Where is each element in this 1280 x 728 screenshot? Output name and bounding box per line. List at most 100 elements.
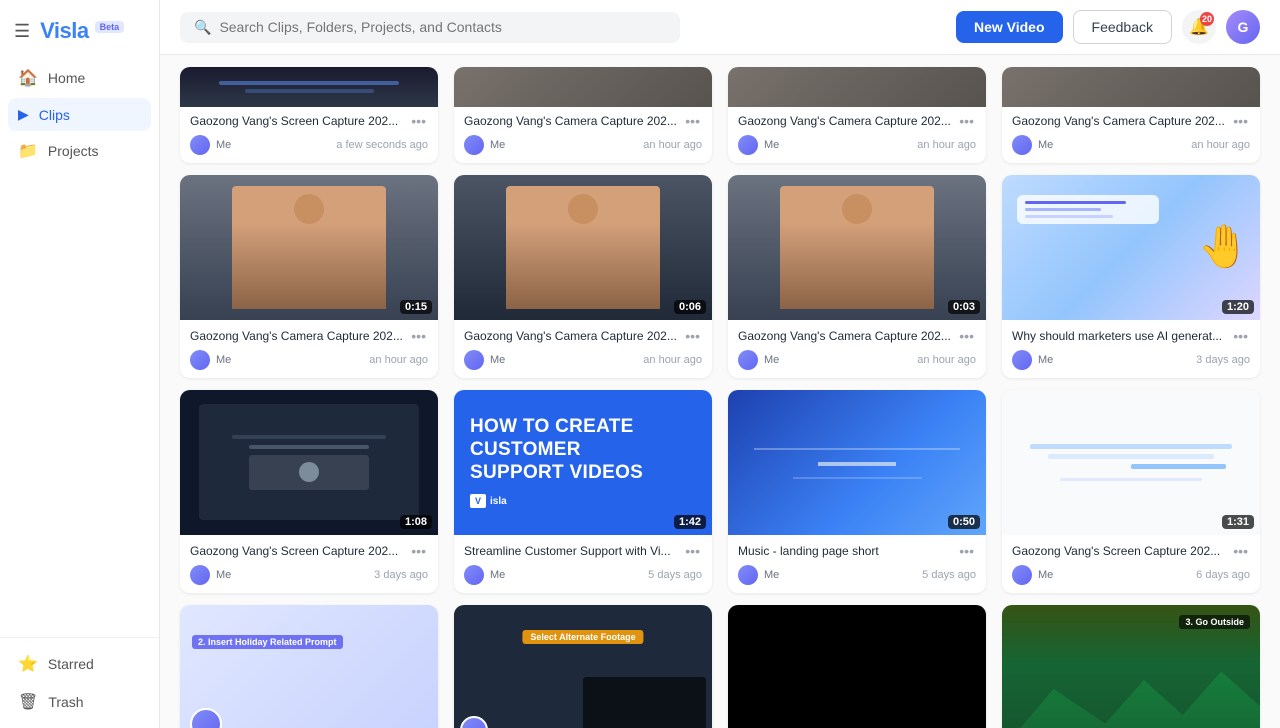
sidebar-bottom: ⭐ Starred 🗑 Trash bbox=[0, 637, 159, 728]
clip-duration: 0:06 bbox=[674, 300, 706, 314]
thumbnail: 0:03 bbox=[728, 175, 986, 320]
notifications-button[interactable]: 🔔 20 bbox=[1182, 10, 1216, 44]
list-item[interactable]: 0:50 Music - landing page short ••• Me 5… bbox=[728, 390, 986, 593]
clip-time: 3 days ago bbox=[1196, 354, 1250, 366]
select-footage-overlay: Select Alternate Footage bbox=[522, 630, 643, 644]
holiday-overlay: 2. Insert Holiday Related Prompt bbox=[192, 635, 343, 649]
avatar bbox=[464, 565, 484, 585]
clip-duration: 0:50 bbox=[948, 515, 980, 529]
list-item[interactable]: 2. Insert Holiday Related Prompt 1:42 UC… bbox=[180, 605, 438, 728]
avatar bbox=[738, 135, 758, 155]
clip-time: an hour ago bbox=[1191, 139, 1250, 151]
list-item[interactable]: 3. Go Outside 1:02 5 Ways to Celebrate E… bbox=[1002, 605, 1260, 728]
list-item[interactable]: Gaozong Vang's Camera Capture 202... •••… bbox=[454, 67, 712, 163]
home-icon: 🏠 bbox=[18, 68, 38, 88]
ai-hand-icon: 🤚 bbox=[1198, 223, 1250, 272]
top-partial-row: Gaozong Vang's Screen Capture 202... •••… bbox=[180, 55, 1260, 163]
clip-menu-button[interactable]: ••• bbox=[409, 328, 428, 344]
header: 🔍 New Video Feedback 🔔 20 G bbox=[160, 0, 1280, 55]
sidebar-logo: ☰ Visla Beta bbox=[0, 10, 159, 60]
new-video-button[interactable]: New Video bbox=[956, 11, 1063, 43]
clip-owner: Me bbox=[490, 569, 505, 581]
list-item[interactable]: Gaozong Vang's Camera Capture 202... •••… bbox=[728, 67, 986, 163]
clip-menu-button[interactable]: ••• bbox=[957, 328, 976, 344]
clip-owner: Me bbox=[764, 139, 779, 151]
clip-time: an hour ago bbox=[917, 354, 976, 366]
sidebar-item-starred[interactable]: ⭐ Starred bbox=[8, 646, 151, 682]
clip-menu-button[interactable]: ••• bbox=[1231, 328, 1250, 344]
sidebar-item-label: Projects bbox=[48, 143, 99, 159]
sidebar-item-home[interactable]: 🏠 Home bbox=[8, 60, 151, 96]
clip-time: an hour ago bbox=[643, 354, 702, 366]
clip-menu-button[interactable]: ••• bbox=[683, 328, 702, 344]
clip-menu-button[interactable]: ••• bbox=[957, 113, 976, 129]
starred-icon: ⭐ bbox=[18, 654, 38, 674]
clip-menu-button[interactable]: ••• bbox=[409, 543, 428, 559]
clip-owner: Me bbox=[490, 139, 505, 151]
clip-title: Gaozong Vang's Camera Capture 202... bbox=[738, 328, 953, 345]
sidebar-item-label: Starred bbox=[48, 656, 94, 672]
clip-menu-button[interactable]: ••• bbox=[409, 113, 428, 129]
header-actions: New Video Feedback 🔔 20 G bbox=[956, 10, 1260, 44]
thumbnail bbox=[1002, 67, 1260, 107]
list-item[interactable]: HOW TO CREATECUSTOMERSUPPORT VIDEOS V is… bbox=[454, 390, 712, 593]
clip-owner: Me bbox=[764, 569, 779, 581]
clip-menu-button[interactable]: ••• bbox=[683, 543, 702, 559]
thumbnail: HOW TO CREATECUSTOMERSUPPORT VIDEOS V is… bbox=[454, 390, 712, 535]
avatar bbox=[738, 350, 758, 370]
main-area: 🔍 New Video Feedback 🔔 20 G bbox=[160, 0, 1280, 728]
list-item[interactable]: Gaozong Vang's Screen Capture 202... •••… bbox=[180, 67, 438, 163]
list-item[interactable]: Select Alternate Footage 1:35 FF | Recom… bbox=[454, 605, 712, 728]
thumbnail: 0:15 bbox=[180, 175, 438, 320]
feedback-button[interactable]: Feedback bbox=[1073, 10, 1172, 44]
thumbnail: 1:31 bbox=[1002, 390, 1260, 535]
sidebar-item-trash[interactable]: 🗑 Trash bbox=[8, 684, 151, 720]
clip-owner: Me bbox=[216, 569, 231, 581]
list-item[interactable]: 1:31 Gaozong Vang's Screen Capture 202..… bbox=[1002, 390, 1260, 593]
list-item[interactable]: 0:58 5 Ways to Celebrate Earth Day ••• M… bbox=[728, 605, 986, 728]
clips-row-4: 2. Insert Holiday Related Prompt 1:42 UC… bbox=[180, 593, 1260, 728]
thumbnail: 1:08 bbox=[180, 390, 438, 535]
avatar bbox=[1012, 135, 1032, 155]
sidebar-item-label: Clips bbox=[39, 107, 70, 123]
content-area: Gaozong Vang's Screen Capture 202... •••… bbox=[160, 55, 1280, 728]
thumbnail bbox=[454, 67, 712, 107]
trash-icon: 🗑 bbox=[18, 692, 38, 712]
list-item[interactable]: 0:15 Gaozong Vang's Camera Capture 202..… bbox=[180, 175, 438, 378]
clip-menu-button[interactable]: ••• bbox=[1231, 113, 1250, 129]
avatar bbox=[738, 565, 758, 585]
list-item[interactable]: 🤚 1:20 Why should marketers use AI gener… bbox=[1002, 175, 1260, 378]
avatar bbox=[190, 350, 210, 370]
list-item[interactable]: 0:06 Gaozong Vang's Camera Capture 202..… bbox=[454, 175, 712, 378]
clip-menu-button[interactable]: ••• bbox=[683, 113, 702, 129]
howto-title: HOW TO CREATECUSTOMERSUPPORT VIDEOS bbox=[470, 416, 643, 484]
thumbnail: 0:58 bbox=[728, 605, 986, 728]
thumbnail: 3. Go Outside 1:02 bbox=[1002, 605, 1260, 728]
list-item[interactable]: 1:08 Gaozong Vang's Screen Capture 202..… bbox=[180, 390, 438, 593]
list-item[interactable]: 0:03 Gaozong Vang's Camera Capture 202..… bbox=[728, 175, 986, 378]
clip-title: Gaozong Vang's Camera Capture 202... bbox=[190, 328, 405, 345]
list-item[interactable]: Gaozong Vang's Camera Capture 202... •••… bbox=[1002, 67, 1260, 163]
sidebar-item-clips[interactable]: ▶ Clips bbox=[8, 98, 151, 131]
clip-time: 3 days ago bbox=[374, 569, 428, 581]
logo-text: Visla bbox=[40, 18, 88, 44]
search-input[interactable] bbox=[219, 19, 666, 35]
clip-title: Gaozong Vang's Screen Capture 202... bbox=[190, 543, 405, 560]
hamburger-icon[interactable]: ☰ bbox=[14, 21, 30, 42]
sidebar-item-projects[interactable]: 📁 Projects bbox=[8, 133, 151, 169]
clip-duration: 1:20 bbox=[1222, 300, 1254, 314]
avatar bbox=[1012, 350, 1032, 370]
go-outside-overlay: 3. Go Outside bbox=[1179, 615, 1250, 629]
clip-time: a few seconds ago bbox=[336, 139, 428, 151]
clip-menu-button[interactable]: ••• bbox=[1231, 543, 1250, 559]
clip-owner: Me bbox=[1038, 139, 1053, 151]
user-avatar[interactable]: G bbox=[1226, 10, 1260, 44]
clips-row-2: 0:15 Gaozong Vang's Camera Capture 202..… bbox=[180, 163, 1260, 378]
avatar bbox=[464, 135, 484, 155]
clip-owner: Me bbox=[1038, 569, 1053, 581]
search-bar[interactable]: 🔍 bbox=[180, 12, 680, 43]
thumbnail: 0:06 bbox=[454, 175, 712, 320]
sidebar-item-label: Home bbox=[48, 70, 85, 86]
clip-time: an hour ago bbox=[369, 354, 428, 366]
clip-menu-button[interactable]: ••• bbox=[957, 543, 976, 559]
